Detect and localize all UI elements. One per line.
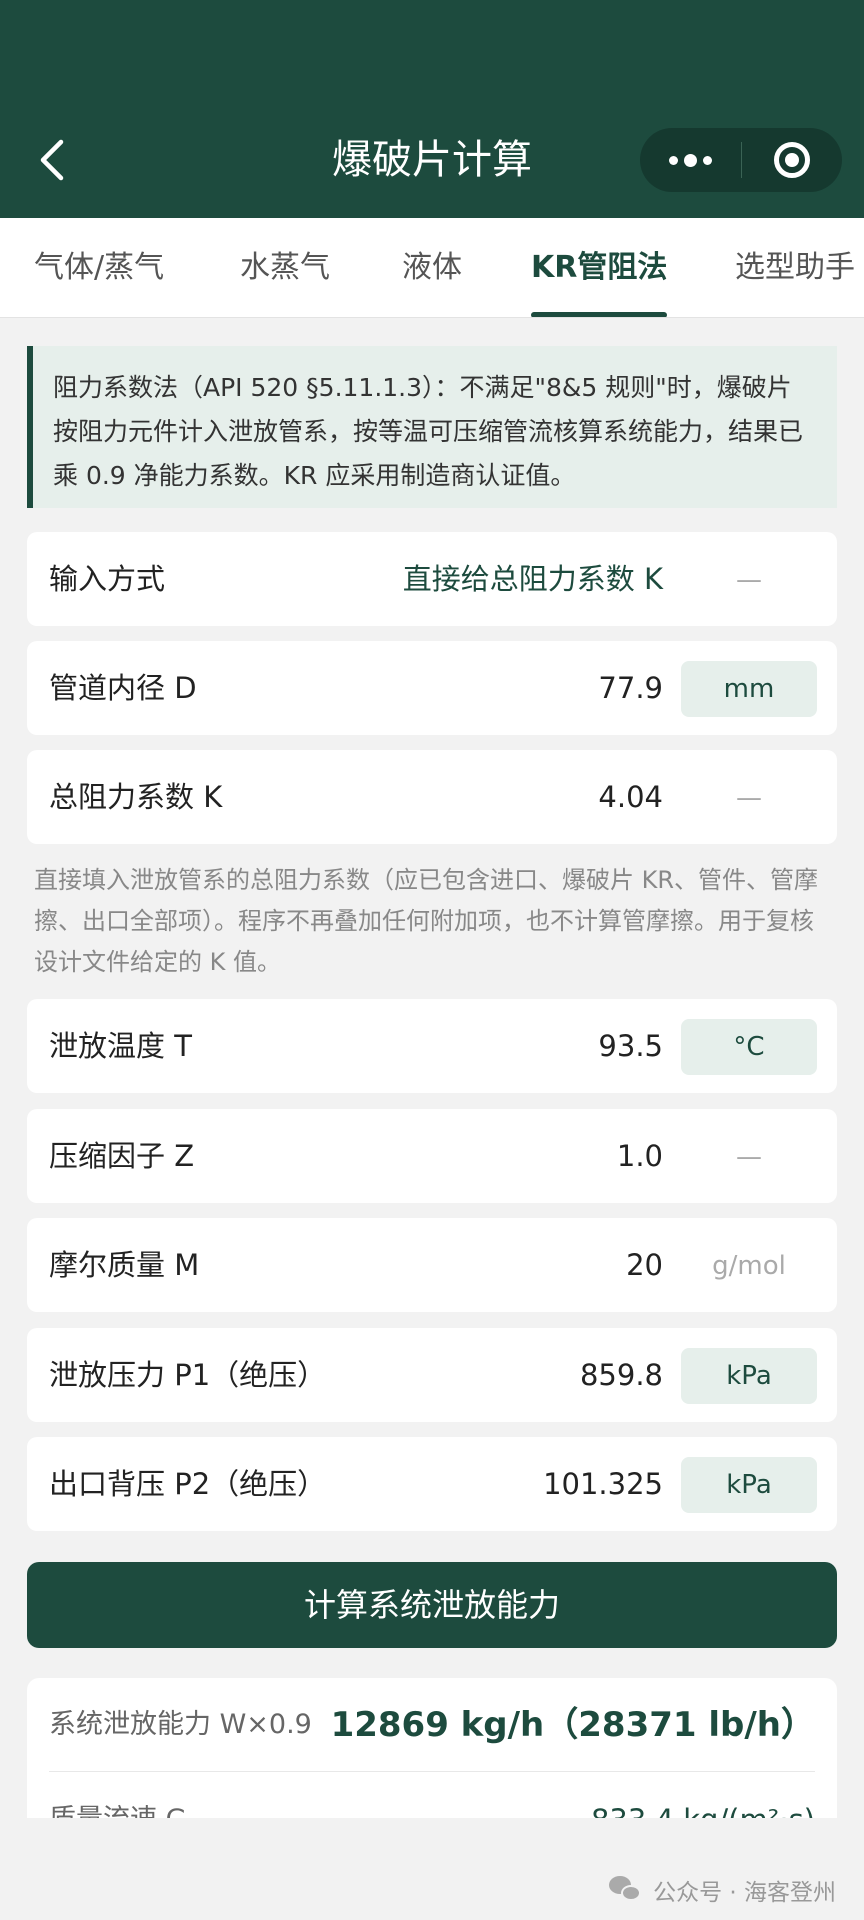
field-label: 摩尔质量 M [49, 1248, 200, 1282]
more-button[interactable] [640, 128, 741, 192]
tab-label: 液体 [402, 250, 462, 285]
total-k-row: 总阻力系数 K 4.04 — [27, 750, 837, 844]
k-note: 直接填入泄放管系的总阻力系数（应已包含进口、爆破片 KR、管件、管摩擦、出口全部… [34, 866, 819, 976]
result-label: 系统泄放能力 W×0.9 [49, 1709, 312, 1740]
tab-steam[interactable]: 水蒸气 [240, 218, 330, 317]
tab-label: KR管阻法 [531, 250, 668, 285]
compressibility-input[interactable]: 1.0 [617, 1109, 663, 1203]
field-label: 输入方式 [49, 562, 166, 596]
wechat-icon [609, 1876, 643, 1904]
mass-flux-value: 833.4 kg/(m²·s) [591, 1773, 815, 1818]
compressibility-row: 压缩因子 Z 1.0 — [27, 1109, 837, 1203]
field-label: 泄放温度 T [49, 1029, 192, 1063]
footer: 公众号 · 海客登州 [0, 1818, 864, 1920]
relief-pressure-row: 泄放压力 P1（绝压） 859.8 kPa [27, 1328, 837, 1422]
tab-label: 选型助手 [735, 250, 855, 285]
input-mode-select[interactable]: 直接给总阻力系数 K [403, 532, 663, 626]
close-miniprogram-button[interactable] [742, 128, 843, 192]
back-pressure-row: 出口背压 P2（绝压） 101.325 kPa [27, 1437, 837, 1531]
temperature-unit-button[interactable]: °C [681, 1019, 817, 1075]
info-text: 阻力系数法（API 520 §5.11.1.3）：不满足"8&5 规则"时，爆破… [53, 373, 804, 490]
watermark: 公众号 · 海客登州 [609, 1870, 836, 1910]
field-label: 总阻力系数 K [49, 780, 223, 814]
tab-gas-vapor[interactable]: 气体/蒸气 [34, 218, 165, 317]
diameter-unit-button[interactable]: mm [681, 661, 817, 717]
result-card: 系统泄放能力 W×0.9 12869 kg/h（28371 lb/h） 质量流速… [27, 1678, 837, 1818]
miniprogram-capsule [640, 128, 842, 192]
field-label: 压缩因子 Z [49, 1139, 195, 1173]
tab-liquid[interactable]: 液体 [402, 218, 462, 317]
tab-selection-assistant[interactable]: 选型助手 [735, 218, 855, 317]
tab-label: 气体/蒸气 [34, 250, 165, 285]
form-content: 阻力系数法（API 520 §5.11.1.3）：不满足"8&5 规则"时，爆破… [0, 318, 864, 1818]
unit-label: — [736, 1142, 762, 1172]
diameter-input[interactable]: 77.9 [598, 641, 663, 735]
tab-label: 水蒸气 [240, 250, 330, 285]
temperature-input[interactable]: 93.5 [598, 999, 663, 1093]
temperature-row: 泄放温度 T 93.5 °C [27, 999, 837, 1093]
field-label: 出口背压 P2（绝压） [49, 1467, 327, 1501]
field-label: 泄放压力 P1（绝压） [49, 1358, 327, 1392]
result-row: 质量流速 G 833.4 kg/(m²·s) [49, 1773, 815, 1818]
more-dots-icon [668, 153, 712, 167]
target-icon [773, 142, 810, 178]
back-pressure-input[interactable]: 101.325 [543, 1437, 663, 1531]
total-k-input[interactable]: 4.04 [598, 750, 663, 844]
nav-bar: 爆破片计算 [0, 0, 864, 218]
p2-unit-button[interactable]: kPa [681, 1457, 817, 1513]
calculate-button[interactable]: 计算系统泄放能力 [27, 1562, 837, 1648]
info-box: 阻力系数法（API 520 §5.11.1.3）：不满足"8&5 规则"时，爆破… [27, 346, 837, 508]
molar-mass-row: 摩尔质量 M 20 g/mol [27, 1218, 837, 1312]
result-label: 质量流速 G [49, 1773, 187, 1818]
unit-label: — [736, 565, 762, 595]
unit-label: — [736, 783, 762, 813]
watermark-text: 公众号 · 海客登州 [653, 1880, 836, 1906]
unit-label: g/mol [712, 1251, 786, 1281]
relief-pressure-input[interactable]: 859.8 [580, 1328, 663, 1422]
tab-bar: 气体/蒸气 水蒸气 液体 KR管阻法 选型助手 [0, 218, 864, 318]
result-row: 系统泄放能力 W×0.9 12869 kg/h（28371 lb/h） [49, 1678, 815, 1772]
input-mode-row[interactable]: 输入方式 直接给总阻力系数 K — [27, 532, 837, 626]
p1-unit-button[interactable]: kPa [681, 1348, 817, 1404]
tab-kr-pipe-resistance[interactable]: KR管阻法 [531, 218, 668, 317]
molar-mass-input[interactable]: 20 [626, 1218, 663, 1312]
diameter-row: 管道内径 D 77.9 mm [27, 641, 837, 735]
capacity-value: 12869 kg/h（28371 lb/h） [330, 1705, 815, 1745]
field-label: 管道内径 D [49, 671, 197, 705]
